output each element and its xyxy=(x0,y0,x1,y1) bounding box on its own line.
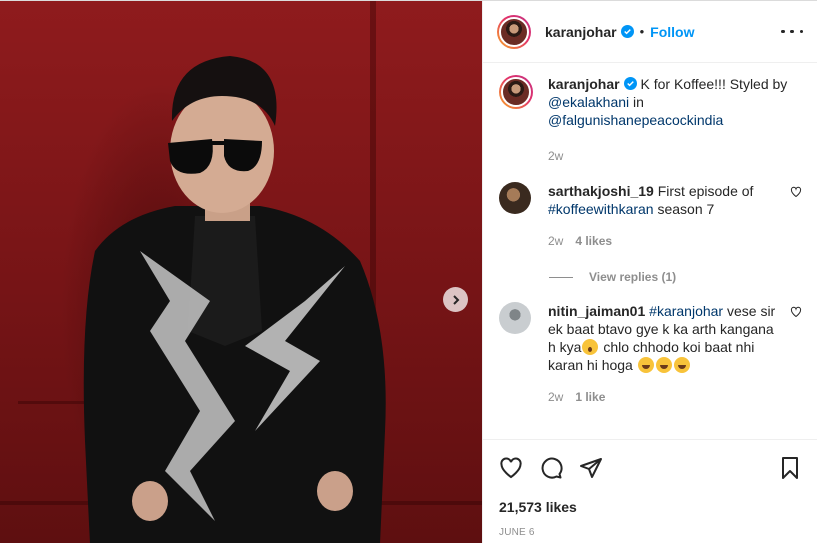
comment-icon[interactable] xyxy=(539,456,563,480)
next-photo-button[interactable] xyxy=(443,287,468,312)
avatar[interactable] xyxy=(499,75,533,109)
heart-icon[interactable] xyxy=(499,456,523,480)
caption-username[interactable]: karanjohar xyxy=(548,76,620,92)
comment-time[interactable]: 2w xyxy=(548,232,563,250)
heart-icon[interactable] xyxy=(790,186,802,198)
mention-link[interactable]: @falgunishanepeacockindia xyxy=(548,112,723,128)
likes-count[interactable]: 21,573 likes xyxy=(499,499,802,515)
hashtag-link[interactable]: #koffeewithkaran xyxy=(548,201,654,217)
post-viewer: karanjohar • Follow karanjohar K for Kof… xyxy=(0,0,817,543)
separator-dot: • xyxy=(639,24,645,39)
view-replies-label[interactable]: View replies (1) xyxy=(589,270,676,284)
view-replies-button[interactable]: View replies (1) xyxy=(549,270,802,284)
caption-text: in xyxy=(629,94,644,110)
comment-text: season 7 xyxy=(653,201,715,217)
laughing-emoji-icon xyxy=(637,357,654,373)
comment-username[interactable]: nitin_jaiman01 xyxy=(548,303,645,319)
verified-badge-icon xyxy=(620,25,634,38)
laughing-emoji-icon xyxy=(673,357,690,373)
avatar[interactable] xyxy=(497,14,531,49)
comment-time[interactable]: 2w xyxy=(548,388,563,406)
comment-likes[interactable]: 4 likes xyxy=(575,232,612,250)
follow-button[interactable]: Follow xyxy=(650,24,694,40)
post-username[interactable]: karanjohar xyxy=(545,24,617,40)
laughing-emoji-icon xyxy=(655,357,672,373)
comment-likes[interactable]: 1 like xyxy=(575,388,605,406)
post-header: karanjohar • Follow xyxy=(483,1,817,63)
share-icon[interactable] xyxy=(579,456,603,480)
chevron-right-icon xyxy=(452,294,459,305)
comment-username[interactable]: sarthakjoshi_19 xyxy=(548,183,654,199)
comment-item: nitin_jaiman01 #karanjohar vese sir ek b… xyxy=(499,302,802,406)
caption-time[interactable]: 2w xyxy=(548,147,563,165)
post-side-panel: karanjohar • Follow karanjohar K for Kof… xyxy=(482,1,817,543)
bookmark-icon[interactable] xyxy=(778,456,802,480)
avatar[interactable] xyxy=(499,302,531,334)
more-options-icon[interactable] xyxy=(781,29,803,34)
post-actions: 21,573 likes JUNE 6 xyxy=(483,439,817,538)
comments-list[interactable]: karanjohar K for Koffee!!! Styled by @ek… xyxy=(483,63,817,439)
surprised-emoji-icon xyxy=(582,339,599,355)
verified-badge-icon xyxy=(623,77,637,90)
caption-text: K for Koffee!!! Styled by xyxy=(636,76,788,92)
comment-item: sarthakjoshi_19 First episode of #koffee… xyxy=(499,182,802,250)
post-photo[interactable] xyxy=(0,1,482,543)
person-figure xyxy=(83,56,386,543)
comment-text: First episode of xyxy=(653,183,754,199)
caption: karanjohar K for Koffee!!! Styled by @ek… xyxy=(499,75,802,165)
hashtag-link[interactable]: #karanjohar xyxy=(649,303,723,319)
post-date[interactable]: JUNE 6 xyxy=(499,527,802,538)
mention-link[interactable]: @ekalakhani xyxy=(548,94,629,110)
heart-icon[interactable] xyxy=(790,306,802,318)
avatar[interactable] xyxy=(499,182,531,214)
